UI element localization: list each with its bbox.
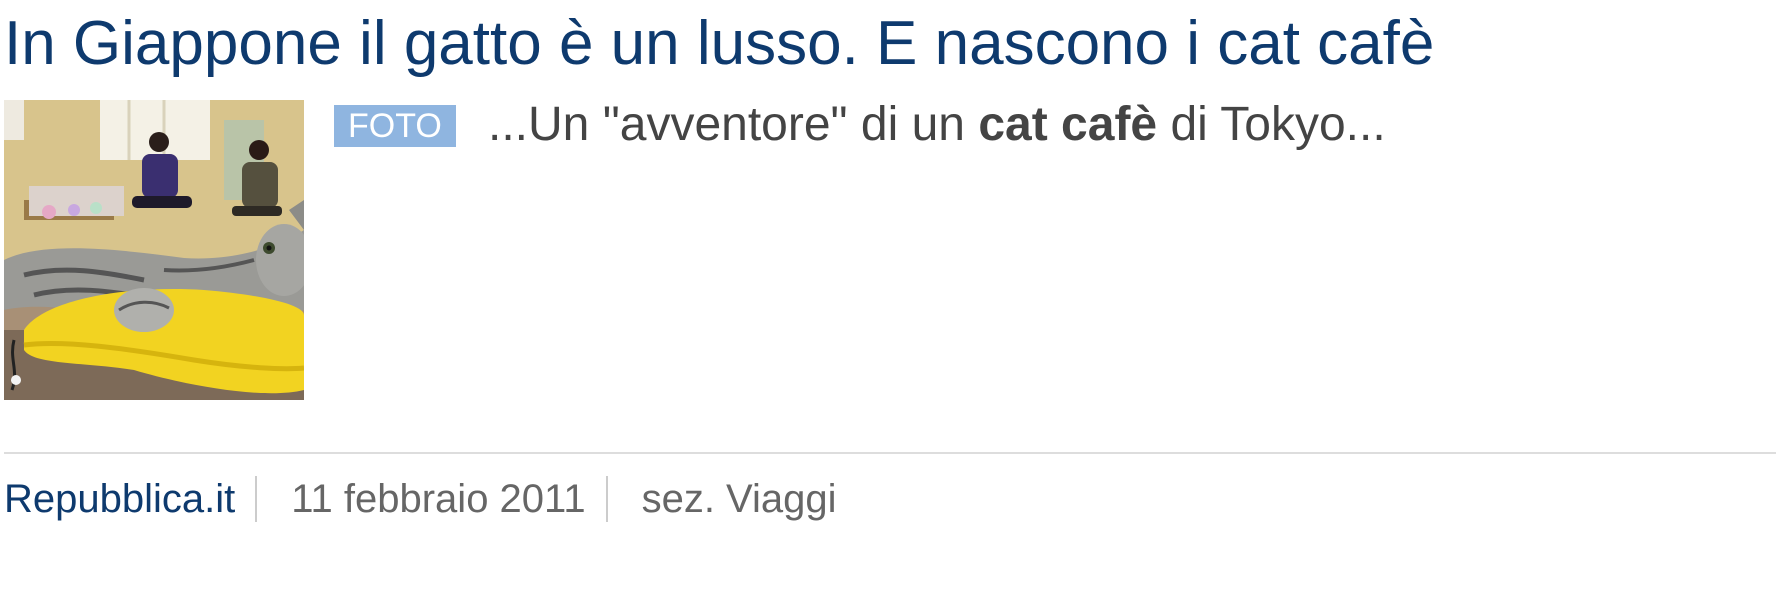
section-label: sez. Viaggi <box>641 477 837 521</box>
snippet-text-before: ...Un "avventore" di un <box>488 98 979 151</box>
article-title-link[interactable]: In Giappone il gatto è un lusso. E nasco… <box>4 4 1776 84</box>
meta-separator <box>605 476 608 522</box>
cat-photo-image <box>4 100 304 400</box>
publish-date: 11 febbraio 2011 <box>291 477 586 521</box>
meta-separator <box>255 476 258 522</box>
article-meta: Repubblica.it 11 febbraio 2011 sez. Viag… <box>4 474 837 524</box>
article-snippet: ...Un "avventore" di un cat cafè di Toky… <box>488 96 1386 154</box>
snippet-highlight: cat cafè <box>978 98 1158 151</box>
source-link[interactable]: Repubblica.it <box>4 474 235 524</box>
photo-badge: FOTO <box>334 105 456 147</box>
snippet-text-after: di Tokyo... <box>1157 98 1386 151</box>
article-thumbnail[interactable] <box>4 100 304 400</box>
divider <box>4 452 1776 454</box>
